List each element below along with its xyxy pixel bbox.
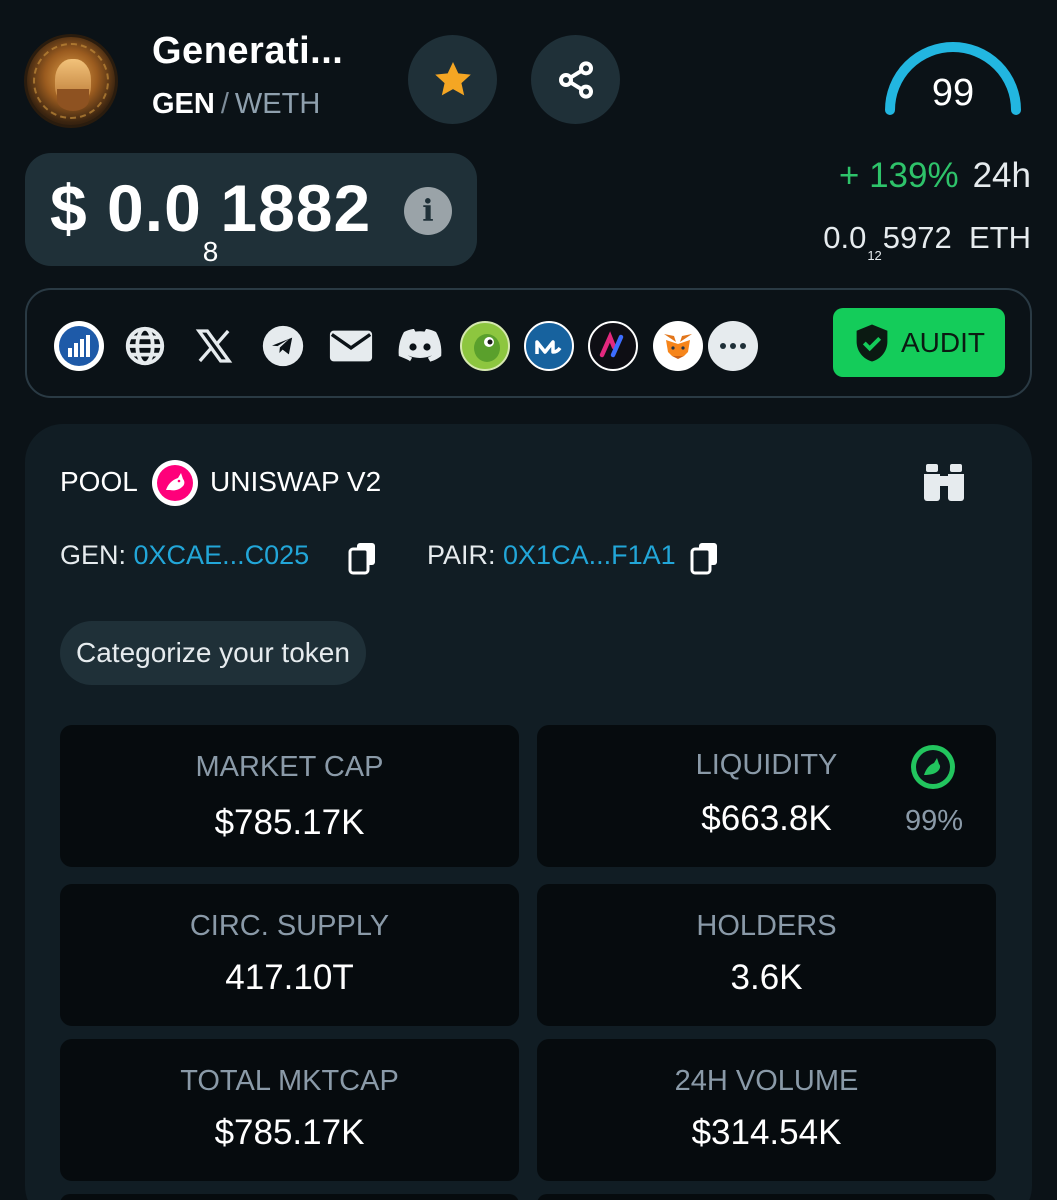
pair-address-row: PAIR: 0X1CA...F1A1 — [427, 540, 676, 571]
score-value: 99 — [931, 72, 975, 114]
token-pair: GEN / WETH — [152, 88, 320, 121]
base-symbol: GEN — [152, 88, 215, 120]
copy-icon[interactable] — [347, 541, 377, 575]
favorite-button[interactable] — [408, 35, 497, 124]
price-usd: $ 0.081882 — [50, 170, 372, 267]
token-address[interactable]: 0XCAE...C025 — [134, 540, 310, 570]
coingecko-icon[interactable] — [460, 321, 510, 371]
app-icon[interactable] — [588, 321, 638, 371]
metamask-icon[interactable] — [653, 321, 703, 371]
token-logo — [24, 34, 118, 128]
share-icon — [558, 60, 593, 99]
mail-icon[interactable] — [326, 321, 376, 371]
pool-label: POOL — [60, 466, 138, 497]
liquidity-lock-icon — [911, 745, 955, 789]
token-address-label: GEN: — [60, 540, 127, 570]
price-prefix: $ 0.0 — [50, 171, 202, 245]
stat-value: 3.6K — [730, 958, 803, 997]
eth-unit: ETH — [969, 220, 1031, 255]
stat-total-mktcap: TOTAL MKTCAP $785.17K — [60, 1039, 519, 1181]
price-change: + 139% 24h — [839, 156, 1031, 196]
binoculars-icon[interactable] — [920, 462, 968, 502]
stat-label: MARKET CAP — [195, 751, 384, 783]
stat-row-next — [60, 1194, 519, 1200]
eth-digits: 5972 — [882, 220, 952, 255]
stat-circ-supply: CIRC. SUPPLY 417.10T — [60, 884, 519, 1026]
discord-icon[interactable] — [395, 321, 445, 371]
quote-symbol: WETH — [234, 88, 321, 120]
pair-address[interactable]: 0X1CA...F1A1 — [503, 540, 676, 570]
stat-market-cap: MARKET CAP $785.17K — [60, 725, 519, 867]
more-icon[interactable] — [708, 321, 758, 371]
price-digits: 1882 — [220, 171, 372, 245]
stat-value: $785.17K — [214, 1113, 365, 1152]
shield-check-icon — [856, 324, 888, 361]
dex-name: UNISWAP V2 — [210, 466, 382, 497]
stat-value: 417.10T — [225, 958, 354, 997]
stat-24h-volume: 24H VOLUME $314.54K — [537, 1039, 996, 1181]
star-icon — [434, 61, 471, 95]
share-button[interactable] — [531, 35, 620, 124]
audit-label: AUDIT — [901, 326, 985, 358]
stat-row-next — [537, 1194, 996, 1200]
uniswap-icon — [152, 460, 198, 506]
categorize-token-button[interactable]: Categorize your token — [60, 621, 366, 685]
audit-button[interactable]: AUDIT — [833, 308, 1005, 377]
eth-zero-count: 12 — [867, 248, 882, 263]
stat-value: $785.17K — [214, 803, 365, 842]
info-icon[interactable]: i — [404, 187, 452, 235]
telegram-icon[interactable] — [258, 321, 308, 371]
stat-label: HOLDERS — [696, 910, 837, 942]
change-value: + 139% — [838, 156, 959, 195]
chart-app-icon[interactable] — [54, 321, 104, 371]
liquidity-locked-percent: 99% — [905, 805, 964, 837]
globe-icon[interactable] — [120, 321, 170, 371]
token-name: Generati... — [152, 30, 344, 72]
pair-separator: / — [220, 88, 229, 120]
price-eth: 0.0125972 ETH — [823, 220, 1031, 263]
stat-holders: HOLDERS 3.6K — [537, 884, 996, 1026]
stat-label: CIRC. SUPPLY — [189, 910, 390, 942]
change-period: 24h — [972, 156, 1031, 195]
price-zero-count: 8 — [202, 236, 220, 267]
stat-value: $314.54K — [691, 1113, 842, 1152]
x-icon[interactable] — [189, 321, 239, 371]
stat-label: 24H VOLUME — [674, 1065, 859, 1097]
eth-prefix: 0.0 — [823, 220, 867, 255]
token-address-row: GEN: 0XCAE...C025 — [60, 540, 309, 571]
coinmarketcap-icon[interactable] — [524, 321, 574, 371]
stat-liquidity: LIQUIDITY $663.8K 99% — [537, 725, 996, 867]
pair-address-label: PAIR: — [427, 540, 496, 570]
stat-label: TOTAL MKTCAP — [180, 1065, 399, 1097]
copy-icon[interactable] — [689, 541, 719, 575]
